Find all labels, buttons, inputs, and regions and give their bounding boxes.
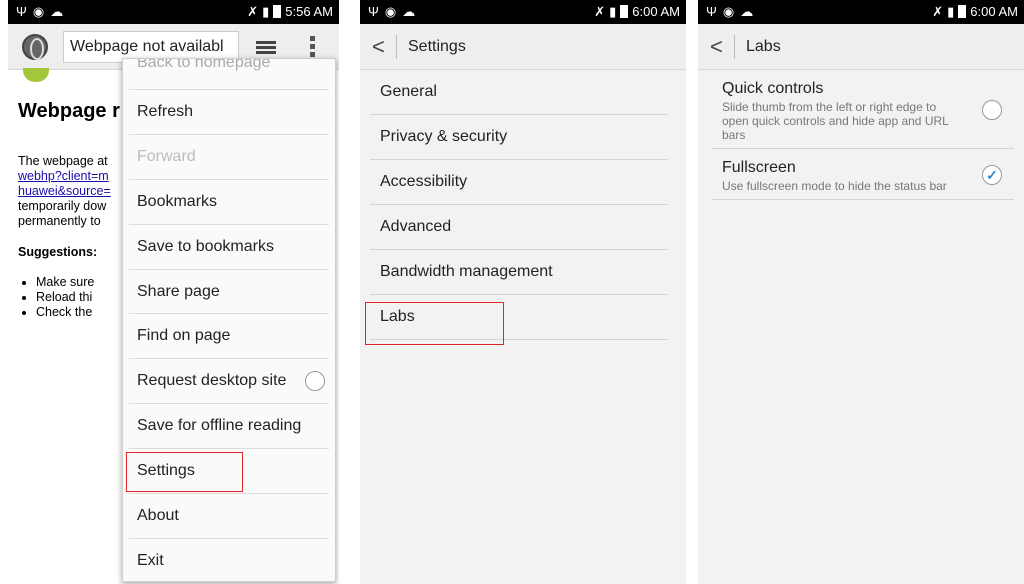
- status-bar: Ψ ◉ ☁ ✗ ▮ 6:00 AM: [698, 0, 1024, 24]
- labs-highlight: [365, 302, 504, 345]
- sync-icon: ☁: [50, 4, 64, 19]
- battery-icon: [958, 5, 967, 18]
- labs-toolbar: < Labs: [698, 24, 1024, 70]
- sim-icon: ▮: [609, 4, 617, 19]
- status-time: 5:56 AM: [285, 4, 333, 19]
- settings-highlight: [126, 452, 243, 492]
- option-title: Quick controls: [722, 80, 824, 97]
- settings-item-bandwidth[interactable]: Bandwidth management: [370, 250, 668, 295]
- menu-item-label: Request desktop site: [137, 372, 287, 390]
- usb-icon: Ψ: [706, 4, 717, 19]
- para-line: permanently to: [18, 214, 101, 228]
- settings-item-advanced[interactable]: Advanced: [370, 205, 668, 250]
- sim-icon: ▮: [262, 4, 270, 19]
- globe-icon[interactable]: [22, 34, 48, 60]
- para-line: The webpage at: [18, 154, 108, 168]
- status-time: 6:00 AM: [632, 4, 680, 19]
- suggestions-list: Make sure Reload thi Check the: [36, 275, 136, 320]
- usb-icon: Ψ: [16, 4, 27, 19]
- menu-item-request-desktop[interactable]: Request desktop site: [129, 359, 329, 405]
- check-icon: ✓: [986, 167, 998, 183]
- mute-icon: ✗: [594, 4, 606, 19]
- page-title: Webpage r: [18, 100, 120, 122]
- option-desc: Slide thumb from the left or right edge …: [722, 100, 949, 142]
- fullscreen-checkbox[interactable]: ✓: [982, 165, 1002, 185]
- settings-item-general[interactable]: General: [370, 70, 668, 115]
- error-paragraph: The webpage at webhp?client=m huawei&sou…: [18, 154, 128, 229]
- back-chevron-icon[interactable]: <: [372, 36, 385, 58]
- settings-item-privacy[interactable]: Privacy & security: [370, 115, 668, 160]
- overflow-menu-icon[interactable]: [310, 36, 316, 60]
- para-line: temporarily dow: [18, 199, 107, 213]
- labs-list: Quick controls Slide thumb from the left…: [712, 70, 1014, 200]
- menu-item-share[interactable]: Share page: [129, 270, 329, 315]
- photo-icon: ◉: [722, 4, 735, 19]
- labs-screen: Ψ ◉ ☁ ✗ ▮ 6:00 AM < Labs Quick controls Slid…: [698, 0, 1024, 584]
- android-icon: [23, 68, 49, 82]
- settings-item-accessibility[interactable]: Accessibility: [370, 160, 668, 205]
- battery-icon: [620, 5, 629, 18]
- tabs-icon[interactable]: [256, 41, 276, 55]
- quick-controls-checkbox[interactable]: [982, 100, 1002, 120]
- suggestions-heading: Suggestions:: [18, 245, 98, 259]
- settings-toolbar: < Settings: [360, 24, 686, 70]
- status-time: 6:00 AM: [970, 4, 1018, 19]
- status-bar: Ψ ◉ ☁ ✗ ▮ 6:00 AM: [360, 0, 686, 24]
- labs-option-quick-controls[interactable]: Quick controls Slide thumb from the left…: [712, 70, 1014, 149]
- menu-item-refresh[interactable]: Refresh: [129, 90, 329, 135]
- para-link[interactable]: huawei&source=: [18, 184, 128, 199]
- option-title: Fullscreen: [722, 159, 796, 176]
- menu-item-exit[interactable]: Exit: [129, 539, 329, 584]
- list-item: Check the: [36, 305, 136, 320]
- sim-icon: ▮: [947, 4, 955, 19]
- mute-icon: ✗: [247, 4, 259, 19]
- menu-item-about[interactable]: About: [129, 494, 329, 539]
- usb-icon: Ψ: [368, 4, 379, 19]
- menu-item-save-bookmarks[interactable]: Save to bookmarks: [129, 225, 329, 270]
- title-divider: [396, 35, 397, 59]
- settings-screen: Ψ ◉ ☁ ✗ ▮ 6:00 AM < Settings General Privacy…: [360, 0, 686, 584]
- option-desc: Use fullscreen mode to hide the status b…: [722, 179, 947, 193]
- sync-icon: ☁: [740, 4, 754, 19]
- back-chevron-icon[interactable]: <: [710, 36, 723, 58]
- sync-icon: ☁: [402, 4, 416, 19]
- para-link[interactable]: webhp?client=m: [18, 169, 128, 184]
- page-title: Labs: [746, 38, 781, 55]
- menu-item-bookmarks[interactable]: Bookmarks: [129, 180, 329, 225]
- mute-icon: ✗: [932, 4, 944, 19]
- battery-icon: [273, 5, 282, 18]
- list-item: Reload thi: [36, 290, 136, 305]
- menu-item-homepage[interactable]: Back to homepage: [129, 59, 329, 90]
- desktop-radio[interactable]: [305, 371, 325, 392]
- status-bar: Ψ ◉ ☁ ✗ ▮ 5:56 AM: [8, 0, 339, 24]
- list-item: Make sure: [36, 275, 136, 290]
- overflow-menu: Back to homepage Refresh Forward Bookmar…: [122, 58, 336, 582]
- labs-option-fullscreen[interactable]: Fullscreen Use fullscreen mode to hide t…: [712, 149, 1014, 200]
- settings-list: General Privacy & security Accessibility…: [370, 70, 668, 340]
- page-title: Settings: [408, 38, 466, 55]
- photo-icon: ◉: [384, 4, 397, 19]
- photo-icon: ◉: [32, 4, 45, 19]
- title-divider: [734, 35, 735, 59]
- menu-item-offline[interactable]: Save for offline reading: [129, 404, 329, 450]
- browser-screen: Ψ ◉ ☁ ✗ ▮ 5:56 AM Webpage not availabl Webpa…: [8, 0, 339, 584]
- menu-item-forward[interactable]: Forward: [129, 135, 329, 180]
- menu-item-find[interactable]: Find on page: [129, 314, 329, 360]
